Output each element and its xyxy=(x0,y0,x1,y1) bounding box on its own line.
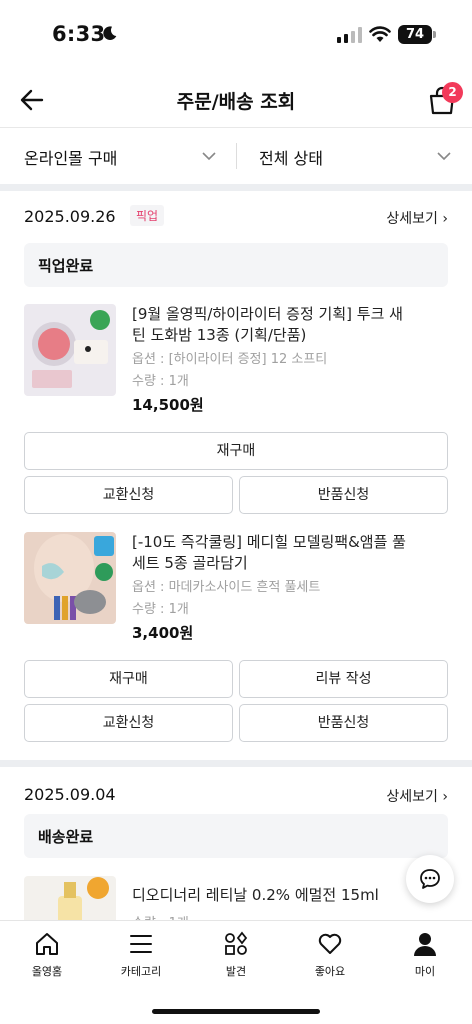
tab-likes[interactable]: 좋아요 xyxy=(295,931,365,979)
tab-discover[interactable]: 발견 xyxy=(201,931,271,979)
tab-my[interactable]: 마이 xyxy=(390,931,460,979)
discover-icon xyxy=(225,931,248,955)
tab-home[interactable]: 올영홈 xyxy=(12,931,82,979)
tab-category[interactable]: 카테고리 xyxy=(106,931,176,979)
product-item[interactable]: 디오디너리 레티날 0.2% 에멀전 15ml 수량 : 1개 xyxy=(24,876,448,920)
section-divider xyxy=(0,760,472,767)
filter-bar: 온라인몰 구매 전체 상태 xyxy=(0,129,472,184)
home-icon xyxy=(36,933,58,955)
product-name[interactable]: [-10도 즉각쿨링] 메디힐 모델링팩&앰플 풀세트 5종 골라담기 xyxy=(132,532,412,574)
order-status-box: 배송완료 xyxy=(24,814,448,858)
chevron-down-icon xyxy=(202,152,216,161)
product-image xyxy=(24,876,116,920)
product-quantity: 수량 : 1개 xyxy=(132,374,189,389)
return-button[interactable]: 반품신청 xyxy=(239,704,448,742)
reorder-button[interactable]: 재구매 xyxy=(24,660,233,698)
order-status: 픽업완료 xyxy=(38,257,94,275)
person-icon xyxy=(414,933,436,956)
order-date: 2025.09.04 xyxy=(24,785,116,804)
tab-label: 발견 xyxy=(225,965,247,978)
product-quantity: 수량 : 1개 xyxy=(132,602,189,617)
cart-count-badge: 2 xyxy=(442,82,463,103)
product-item[interactable]: [-10도 즉각쿨링] 메디힐 모델링팩&앰플 풀세트 5종 골라담기 옵션 :… xyxy=(24,532,448,642)
home-indicator xyxy=(152,1009,320,1014)
status-time: 6:33 xyxy=(52,22,106,46)
heart-icon xyxy=(318,933,342,954)
exchange-button[interactable]: 교환신청 xyxy=(24,476,233,514)
product-item[interactable]: [9월 올영픽/하이라이터 증정 기획] 투크 새틴 도화밤 13종 (기획/단… xyxy=(24,304,448,414)
product-image xyxy=(24,532,116,624)
product-thumbnail[interactable] xyxy=(24,532,116,624)
tab-label: 올영홈 xyxy=(31,965,63,978)
menu-icon xyxy=(130,935,152,953)
page-title: 주문/배송 조회 xyxy=(176,91,296,113)
channel-filter-label: 온라인몰 구매 xyxy=(24,148,118,168)
channel-filter-dropdown[interactable]: 온라인몰 구매 xyxy=(24,129,216,184)
status-filter-label: 전체 상태 xyxy=(259,148,323,168)
section-divider xyxy=(0,184,472,191)
tab-label: 카테고리 xyxy=(120,965,162,978)
product-option: 옵션 : [하이라이터 증정] 12 소프티 xyxy=(132,352,328,367)
product-quantity: 수량 : 1개 xyxy=(132,912,189,920)
filter-divider xyxy=(236,143,237,169)
product-name[interactable]: [9월 올영픽/하이라이터 증정 기획] 투크 새틴 도화밤 13종 (기획/단… xyxy=(132,304,412,346)
tab-label: 마이 xyxy=(414,965,436,978)
order-header: 2025.09.26 픽업 상세보기 › xyxy=(24,205,448,230)
signal-icon xyxy=(337,27,362,43)
order-detail-link[interactable]: 상세보기 › xyxy=(386,786,448,806)
product-price: 14,500원 xyxy=(132,396,204,414)
return-button[interactable]: 반품신청 xyxy=(239,476,448,514)
order-status: 배송완료 xyxy=(38,828,94,846)
product-image xyxy=(24,304,116,396)
chat-bubble-icon xyxy=(420,869,440,889)
product-price: 3,400원 xyxy=(132,624,194,642)
exchange-button[interactable]: 교환신청 xyxy=(24,704,233,742)
order-header: 2025.09.04 상세보기 › xyxy=(24,784,448,808)
battery-indicator: 74 xyxy=(398,25,436,44)
wifi-icon xyxy=(369,26,391,42)
chevron-down-icon xyxy=(437,152,451,161)
detail-link-label: 상세보기 xyxy=(386,211,438,227)
moon-icon xyxy=(103,26,117,41)
detail-link-label: 상세보기 xyxy=(386,789,438,805)
app-header: 주문/배송 조회 xyxy=(0,70,472,128)
status-bar: 6:33 74 xyxy=(0,0,472,68)
reorder-button[interactable]: 재구매 xyxy=(24,432,448,470)
order-status-box: 픽업완료 xyxy=(24,243,448,287)
status-filter-dropdown[interactable]: 전체 상태 xyxy=(259,129,451,184)
pickup-tag: 픽업 xyxy=(130,205,165,226)
order-detail-link[interactable]: 상세보기 › xyxy=(386,208,448,228)
order-date: 2025.09.26 xyxy=(24,207,116,226)
product-thumbnail[interactable] xyxy=(24,304,116,396)
product-thumbnail[interactable] xyxy=(24,876,116,920)
chat-button[interactable] xyxy=(406,855,454,903)
write-review-button[interactable]: 리뷰 작성 xyxy=(239,660,448,698)
tab-label: 좋아요 xyxy=(314,965,346,978)
product-option: 옵션 : 마데카소사이드 흔적 풀세트 xyxy=(132,580,321,595)
product-name[interactable]: 디오디너리 레티날 0.2% 에멀전 15ml xyxy=(132,885,412,906)
